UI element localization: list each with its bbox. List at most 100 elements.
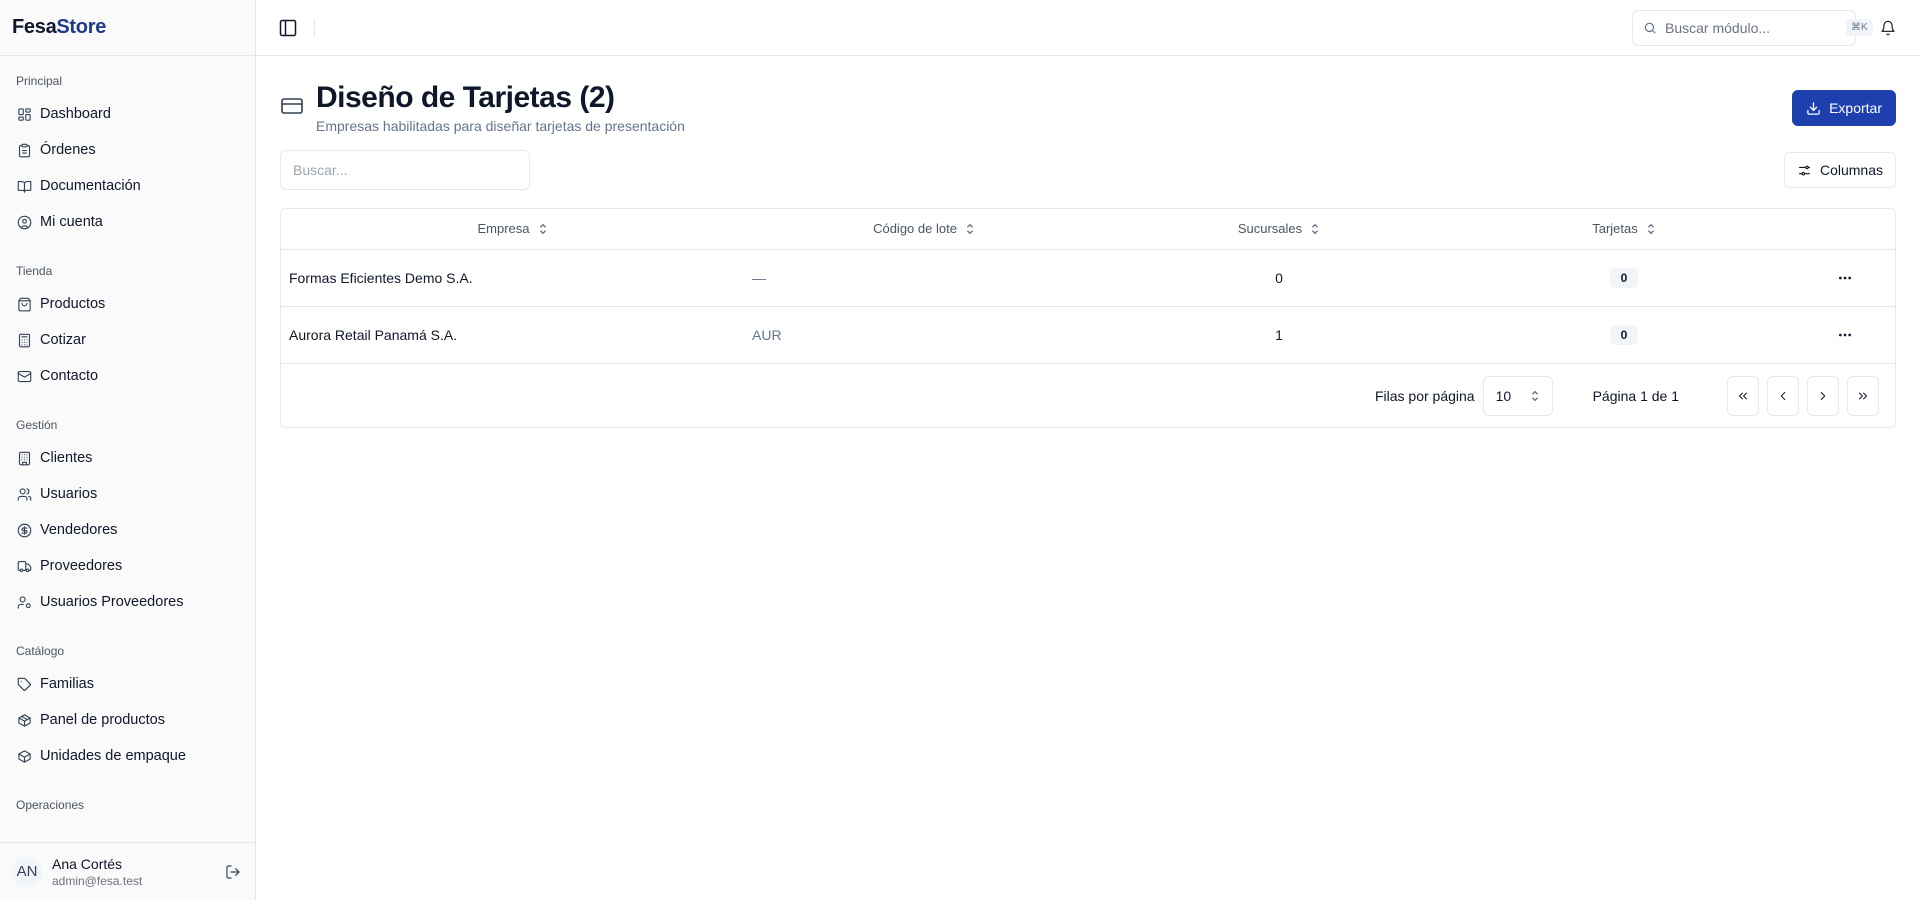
sidebar-item-label: Proveedores (40, 558, 123, 574)
building-icon (16, 450, 32, 466)
user-cog-icon (16, 594, 32, 610)
more-icon[interactable] (1831, 264, 1859, 292)
cell-actions (1794, 249, 1895, 307)
package-icon (16, 712, 32, 728)
sort-icon (1312, 223, 1319, 235)
sort-icon (966, 223, 973, 235)
sidebar-item-usuarios-proveedores[interactable]: Usuarios Proveedores (0, 584, 255, 620)
sidebar-item-label: Usuarios (40, 486, 98, 502)
search-icon (1643, 21, 1657, 35)
table-header-row: Empresa Código de lote Sucursales Tarjet… (281, 209, 1895, 250)
export-button[interactable]: Exportar (1792, 90, 1896, 126)
chevron-left-icon (1780, 391, 1786, 400)
users-icon (16, 486, 32, 502)
sidebar-item-label: Usuarios Proveedores (40, 594, 184, 610)
sidebar-item-proveedores[interactable]: Proveedores (0, 548, 255, 584)
download-icon (1807, 101, 1820, 115)
bell-icon[interactable] (1876, 16, 1900, 40)
nav-group-label: Operaciones (16, 798, 85, 812)
sidebar-toggle-icon[interactable] (276, 16, 300, 40)
nav-group-label: Principal (16, 74, 63, 88)
nav-group-catalogo: Catálogo Familias Panel de productos Unidad… (0, 638, 255, 774)
sidebar: Fesa Store Principal Dashboard Órdenes Docum… (0, 0, 256, 900)
dollar-circle-icon (16, 522, 32, 538)
sidebar-item-usuarios[interactable]: Usuarios (0, 476, 255, 512)
mail-icon (16, 368, 32, 384)
sliders-icon (1798, 165, 1811, 175)
sidebar-item-label: Cotizar (40, 332, 86, 348)
sidebar-item-documentacion[interactable]: Documentación (0, 168, 255, 204)
box-icon (16, 748, 32, 764)
tags-icon (16, 676, 32, 692)
columns-button[interactable]: Columnas (1783, 152, 1896, 188)
sidebar-item-dashboard[interactable]: Dashboard (0, 96, 255, 132)
table-row[interactable]: Aurora Retail Panamá S.A. AUR 1 0 (281, 306, 1895, 363)
table-search-input[interactable] (280, 150, 530, 190)
sidebar-item-clientes[interactable]: Clientes (0, 440, 255, 476)
sidebar-item-familias[interactable]: Familias (0, 666, 255, 702)
sidebar-nav: Principal Dashboard Órdenes Documentación Mi… (0, 56, 255, 842)
module-search-input[interactable] (1665, 19, 1846, 36)
nav-group-label: Gestión (16, 418, 58, 432)
sidebar-item-unidades-de-empaque[interactable]: Unidades de empaque (0, 738, 255, 774)
user-profile: AN Ana Cortés admin@fesa.test (0, 842, 255, 900)
brand-part-1: Fesa (12, 16, 57, 38)
column-header-actions (1794, 209, 1895, 250)
sidebar-item-panel-de-productos[interactable]: Panel de productos (0, 702, 255, 738)
sidebar-item-productos[interactable]: Productos (0, 286, 255, 322)
shopping-bag-icon (16, 296, 32, 312)
cell-cards: 0 (1454, 249, 1794, 307)
column-header-lot[interactable]: Código de lote (744, 209, 1104, 250)
sidebar-item-cotizar[interactable]: Cotizar (0, 322, 255, 358)
sidebar-item-vendedores[interactable]: Vendedores (0, 512, 255, 548)
column-header-branches[interactable]: Sucursales (1104, 209, 1454, 250)
rows-per-page-value: 10 (1495, 387, 1512, 404)
nav-group-principal: Principal Dashboard Órdenes Documentación Mi… (0, 68, 255, 240)
cell-actions (1794, 306, 1895, 363)
nav-group-tienda: Tienda Productos Cotizar Contacto (0, 258, 255, 394)
last-page-button[interactable] (1847, 375, 1879, 416)
cards-badge: 0 (1610, 324, 1638, 345)
export-label: Exportar (1829, 100, 1882, 116)
more-icon[interactable] (1831, 321, 1859, 349)
cell-lot: — (744, 249, 1104, 307)
book-icon (16, 178, 32, 194)
table-row[interactable]: Formas Eficientes Demo S.A. — 0 0 (281, 249, 1895, 307)
pagination: Filas por página 10 Página 1 de 1 (281, 363, 1895, 427)
brand-logo[interactable]: Fesa Store (0, 0, 255, 56)
chevron-right-icon (1820, 391, 1826, 400)
brand-part-2: Store (56, 16, 107, 38)
sidebar-item-mi-cuenta[interactable]: Mi cuenta (0, 204, 255, 240)
prev-page-button[interactable] (1767, 375, 1799, 416)
truck-icon (16, 558, 32, 574)
sidebar-item-label: Familias (40, 676, 94, 692)
column-header-cards[interactable]: Tarjetas (1454, 209, 1794, 250)
sidebar-item-label: Documentación (40, 178, 141, 194)
first-page-button[interactable] (1727, 375, 1759, 416)
avatar[interactable]: AN (12, 856, 42, 887)
next-page-button[interactable] (1807, 375, 1839, 416)
cell-lot: AUR (752, 326, 782, 343)
columns-label: Columnas (1819, 162, 1883, 178)
sidebar-item-contacto[interactable]: Contacto (0, 358, 255, 394)
sidebar-item-ordenes[interactable]: Órdenes (0, 132, 255, 168)
sidebar-item-label: Órdenes (40, 142, 96, 158)
page-subtitle: Empresas habilitadas para diseñar tarjet… (316, 118, 685, 134)
logout-icon[interactable] (223, 862, 243, 882)
nav-group-operaciones: Operaciones (0, 792, 255, 820)
sidebar-item-label: Dashboard (40, 106, 111, 122)
sidebar-item-label: Productos (40, 296, 106, 312)
column-header-company[interactable]: Empresa (281, 209, 744, 250)
rows-per-page-label: Filas por página (1374, 387, 1475, 404)
page-title: Diseño de Tarjetas (2) (316, 81, 615, 114)
user-info: Ana Cortés admin@fesa.test (52, 856, 223, 888)
calculator-icon (16, 332, 32, 348)
sort-icon (1647, 223, 1654, 235)
module-search[interactable]: ⌘K (1632, 9, 1873, 46)
sidebar-item-label: Mi cuenta (40, 214, 103, 230)
cell-branches: 0 (1104, 249, 1454, 307)
rows-per-page-select[interactable]: 10 (1482, 375, 1553, 416)
page-content: Diseño de Tarjetas (2) Empresas habilita… (256, 56, 1920, 428)
page-heading: Diseño de Tarjetas (2) Empresas habilita… (316, 80, 685, 134)
chevrons-right-icon (1858, 392, 1868, 399)
